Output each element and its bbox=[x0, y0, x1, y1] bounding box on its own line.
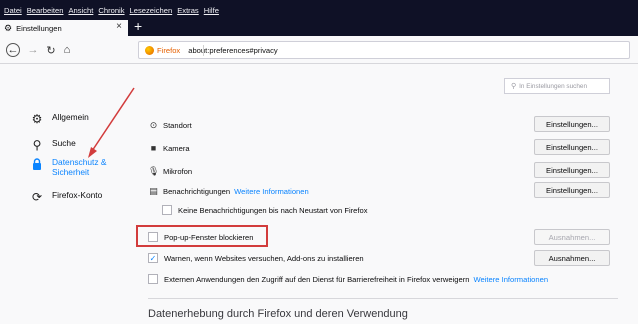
menu-lesezeichen[interactable]: Lesezeichen bbox=[130, 6, 173, 15]
section-title: Datenerhebung durch Firefox und deren Ve… bbox=[148, 308, 408, 320]
sidebar-item-label: Allgemein bbox=[52, 112, 89, 122]
url-bar[interactable]: Firefox about:preferences#privacy bbox=[138, 41, 630, 59]
addons-row: ✓ Warnen, wenn Websites versuchen, Add-o… bbox=[148, 253, 364, 263]
close-icon[interactable]: × bbox=[116, 21, 122, 32]
sidebar-item-datenschutz[interactable]: Datenschutz & Sicherheit bbox=[30, 157, 106, 177]
firefox-logo-icon bbox=[145, 45, 154, 55]
lock-icon bbox=[30, 157, 44, 171]
addons-label: Warnen, wenn Websites versuchen, Add-ons… bbox=[164, 253, 364, 263]
home-icon[interactable]: ⌂ bbox=[60, 43, 74, 57]
sidebar-item-label: Firefox-Konto bbox=[52, 190, 103, 200]
sidebar-item-label: Datenschutz & Sicherheit bbox=[52, 157, 106, 177]
kamera-settings-button[interactable]: Einstellungen... bbox=[534, 139, 610, 155]
menu-hilfe[interactable]: Hilfe bbox=[204, 6, 219, 15]
menu-extras[interactable]: Extras bbox=[177, 6, 199, 15]
tab-title: Einstellungen bbox=[16, 23, 62, 33]
identity-label: Firefox bbox=[157, 45, 181, 55]
sync-icon: ⟳ bbox=[31, 190, 43, 204]
search-placeholder: In Einstellungen suchen bbox=[519, 82, 588, 90]
benachrichtigungen-settings-button[interactable]: Einstellungen... bbox=[534, 182, 610, 198]
reload-icon[interactable]: ↻ bbox=[44, 43, 58, 57]
menu-bar: Datei Bearbeiten Ansicht Chronik Lesezei… bbox=[0, 0, 638, 20]
accessibility-label: Externen Anwendungen den Zugriff auf den… bbox=[164, 274, 470, 284]
sidebar-item-firefox-konto[interactable]: ⟳ Firefox-Konto bbox=[30, 190, 102, 204]
addons-checkbox[interactable]: ✓ bbox=[148, 253, 158, 263]
tab-einstellungen[interactable]: ⚙ Einstellungen × bbox=[0, 20, 128, 36]
new-tab-icon[interactable]: + bbox=[134, 18, 142, 34]
permission-row-standort: ⊙ Standort bbox=[148, 120, 192, 131]
accessibility-more-info-link[interactable]: Weitere Informationen bbox=[473, 275, 548, 284]
url-text[interactable]: about:preferences#privacy bbox=[188, 46, 278, 55]
menu-datei[interactable]: Datei bbox=[4, 6, 22, 15]
notify-pause-checkbox[interactable] bbox=[162, 205, 172, 215]
gear-icon: ⚙ bbox=[4, 22, 13, 33]
search-icon: ⚲ bbox=[511, 83, 517, 90]
search-icon: ⚲ bbox=[32, 138, 42, 152]
permission-label: Mikrofon bbox=[163, 167, 193, 176]
menu-chronik[interactable]: Chronik bbox=[98, 6, 124, 15]
permission-label: Kamera bbox=[163, 143, 190, 153]
forward-icon[interactable]: → bbox=[26, 43, 40, 57]
url-divider bbox=[203, 45, 204, 56]
permission-row-mikrofon: 🎙 Mikrofon bbox=[148, 166, 192, 177]
sidebar-item-label: Suche bbox=[52, 138, 76, 148]
menu-ansicht[interactable]: Ansicht bbox=[68, 6, 93, 15]
notify-pause-label: Keine Benachrichtigungen bis nach Neusta… bbox=[178, 205, 368, 215]
tab-strip: ⚙ Einstellungen × + bbox=[0, 18, 638, 36]
preferences-page: ⚲ In Einstellungen suchen ⚙ Allgemein ⚲ … bbox=[0, 64, 638, 324]
menu-bearbeiten[interactable]: Bearbeiten bbox=[27, 6, 64, 15]
back-icon[interactable]: ← bbox=[6, 43, 20, 57]
sidebar-item-allgemein[interactable]: ⚙ Allgemein bbox=[30, 112, 89, 126]
permission-label: Standort bbox=[163, 121, 192, 130]
section-divider bbox=[148, 298, 618, 299]
search-input[interactable]: ⚲ In Einstellungen suchen bbox=[504, 78, 610, 94]
sidebar-label-line2: Sicherheit bbox=[52, 167, 90, 177]
location-icon: ⊙ bbox=[149, 120, 158, 130]
camera-icon: ■ bbox=[150, 143, 157, 153]
highlight-box bbox=[136, 225, 268, 247]
more-info-link[interactable]: Weitere Informationen bbox=[234, 187, 309, 196]
sidebar-item-suche[interactable]: ⚲ Suche bbox=[30, 138, 76, 152]
accessibility-row: Externen Anwendungen den Zugriff auf den… bbox=[148, 274, 548, 284]
sidebar-label-line1: Datenschutz & bbox=[52, 157, 107, 167]
permission-row-kamera: ■ Kamera bbox=[148, 143, 190, 153]
microphone-icon: 🎙 bbox=[148, 166, 160, 176]
accessibility-checkbox[interactable] bbox=[148, 274, 158, 284]
popup-exceptions-button[interactable]: Ausnahmen... bbox=[534, 229, 610, 245]
mikrofon-settings-button[interactable]: Einstellungen... bbox=[534, 162, 610, 178]
permission-row-benachrichtigungen: ▤ Benachrichtigungen Weitere Information… bbox=[148, 186, 309, 197]
navigation-bar: ← → ↻ ⌂ Firefox about:preferences#privac… bbox=[0, 36, 638, 64]
notification-icon: ▤ bbox=[149, 186, 158, 196]
gear-icon: ⚙ bbox=[31, 112, 43, 126]
notify-pause-row: Keine Benachrichtigungen bis nach Neusta… bbox=[162, 205, 368, 215]
permission-label: Benachrichtigungen bbox=[163, 187, 231, 196]
addons-exceptions-button[interactable]: Ausnahmen... bbox=[534, 250, 610, 266]
standort-settings-button[interactable]: Einstellungen... bbox=[534, 116, 610, 132]
